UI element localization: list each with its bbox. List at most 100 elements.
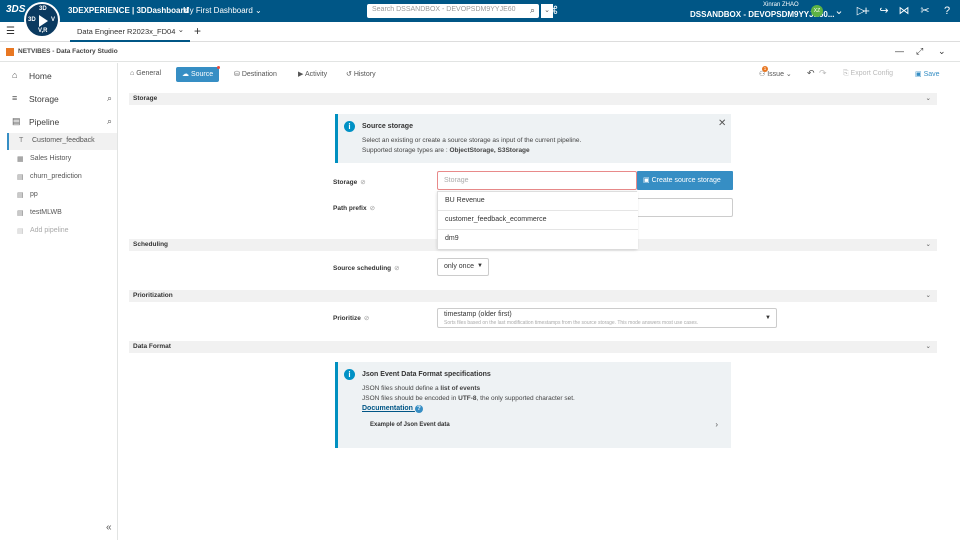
search-icon[interactable]: ⌕ — [107, 93, 112, 104]
info-title: Json Event Data Format specifications — [362, 371, 491, 378]
chevron-down-icon[interactable]: ⌄ — [178, 25, 184, 34]
export-icon: ⎘ — [843, 70, 851, 77]
help-icon[interactable]: ? — [940, 4, 954, 18]
sidebar-item-customer-feedback[interactable]: T Customer_feedback — [7, 133, 117, 150]
chevron-down-icon[interactable]: ⌄ — [926, 291, 931, 299]
add-tab-icon[interactable]: + — [194, 24, 201, 38]
json-example-expander[interactable]: Example of Json Event data › — [368, 419, 718, 433]
history-icon: ↺ — [346, 71, 354, 78]
help-icon[interactable]: ⊘ — [364, 315, 369, 322]
tab-general[interactable]: ⌂ General — [124, 67, 167, 82]
sidebar-item-label: testMLWB — [30, 209, 62, 216]
info-line: Supported storage types are : ObjectStor… — [362, 147, 530, 154]
add-pipeline-button[interactable]: ▤ Add pipeline — [7, 223, 117, 240]
sidebar-item-label: Sales History — [30, 155, 72, 162]
section-title: Data Format — [133, 343, 171, 350]
chevron-down-icon[interactable]: ⌄ — [832, 4, 846, 18]
compass-top-label: 3D — [39, 6, 47, 12]
sidebar-item-label: Pipeline — [29, 117, 60, 127]
pipeline-icon: ▤ — [17, 210, 24, 217]
sidebar-item-pp[interactable]: ▤ pp — [7, 187, 117, 204]
sidebar-item-testmlwb[interactable]: ▤ testMLWB — [7, 205, 117, 222]
sidebar-item-label: Customer_feedback — [32, 137, 95, 144]
sidebar-item-home[interactable]: ⌂ Home — [0, 65, 118, 87]
search-icon[interactable]: ⌕ — [107, 116, 112, 127]
dropdown-option[interactable]: customer_feedback_ecommerce — [438, 211, 638, 230]
sidebar-item-label: churn_prediction — [30, 173, 82, 180]
play-icon: ▶ — [298, 71, 305, 78]
tab-history[interactable]: ↺ History — [340, 67, 382, 82]
save-icon: ▣ — [915, 71, 924, 78]
table-icon: ▦ — [17, 156, 24, 163]
dropdown-option[interactable]: dm9 — [438, 230, 638, 249]
source-storage-info: i Source storage ✕ Select an existing or… — [335, 114, 731, 163]
avatar[interactable]: XZ — [811, 5, 823, 17]
button-label: Create source storage — [651, 177, 721, 184]
help-icon[interactable]: ⊘ — [370, 205, 375, 212]
tab-destination[interactable]: ⛁ Destination — [228, 67, 283, 82]
section-prioritization[interactable]: Prioritization ⌄ — [129, 290, 937, 302]
storage-add-icon: ▣ — [643, 177, 652, 184]
storage-placeholder: Storage — [444, 177, 469, 184]
tab-label: History — [353, 71, 376, 78]
tab-label: Issue — [767, 71, 784, 78]
chevron-down-icon[interactable]: ⌄ — [926, 94, 931, 102]
sidebar-item-storage[interactable]: ≡ Storage ⌕ — [0, 88, 118, 110]
section-data-format[interactable]: Data Format ⌄ — [129, 341, 937, 353]
source-scheduling-select[interactable]: only once ▼ — [437, 258, 489, 276]
close-icon[interactable]: ✕ — [718, 118, 726, 129]
fullscreen-icon[interactable]: ⤢ — [916, 46, 923, 57]
top-bar: 3DS 3D 3D V V,R 3DEXPERIENCE | 3DDashboa… — [0, 0, 960, 38]
section-title: Storage — [133, 95, 158, 102]
chevron-down-icon[interactable]: ⌄ — [938, 46, 946, 57]
minimize-icon[interactable]: — — [895, 46, 904, 56]
issue-button[interactable]: ⚇ 1 Issue ⌄ — [753, 66, 798, 82]
select-value: timestamp (older first) — [444, 311, 512, 318]
tag-icon[interactable]: ⌘ — [546, 4, 560, 18]
tab-label: Data Engineer R2023x_FD04 — [77, 27, 176, 36]
label-text: Storage — [333, 179, 358, 186]
collapse-sidebar-icon[interactable]: « — [106, 522, 112, 533]
tab-data-engineer[interactable]: Data Engineer R2023x_FD04 ⌄ — [70, 22, 190, 42]
sidebar-item-sales-history[interactable]: ▦ Sales History — [7, 151, 117, 168]
label-text: Prioritize — [333, 315, 361, 322]
forward-icon[interactable]: ↪ — [877, 4, 891, 18]
help-icon[interactable]: ⊘ — [360, 179, 365, 186]
dashboard-menu[interactable]: My First Dashboard ⌄ — [183, 6, 262, 15]
documentation-link[interactable]: Documentation ? — [362, 405, 423, 413]
storage-label: Storage ⊘ — [333, 178, 366, 186]
network-icon[interactable]: ⋈ — [897, 4, 911, 18]
pipeline-icon: ▤ — [17, 192, 24, 199]
storage-input[interactable]: Storage — [437, 171, 637, 190]
section-storage[interactable]: Storage ⌄ — [129, 93, 937, 105]
tab-activity[interactable]: ▶ Activity — [292, 67, 333, 82]
redo-icon[interactable]: ↷ — [819, 68, 827, 79]
tab-label: Save — [923, 71, 940, 78]
tab-source[interactable]: ☁ Source — [176, 66, 221, 82]
sidebar-item-label: Home — [29, 71, 52, 81]
chevron-down-icon[interactable]: ⌄ — [926, 342, 931, 350]
add-icon[interactable]: + — [859, 4, 873, 18]
compass-icon[interactable]: 3D 3D V V,R — [24, 2, 60, 38]
info-bold: ObjectStorage, S3Storage — [449, 147, 530, 154]
create-source-storage-button[interactable]: ▣ Create source storage — [637, 171, 733, 190]
help-icon[interactable]: ⊘ — [394, 265, 399, 272]
undo-icon[interactable]: ↶ — [807, 68, 815, 79]
search-input[interactable]: Search DSSANDBOX - DEVOPSDM9YYJE60 ⌕ — [367, 4, 539, 18]
sidebar-item-churn-prediction[interactable]: ▤ churn_prediction — [7, 169, 117, 186]
chevron-down-icon: ⌄ — [255, 6, 262, 15]
user-name: Xinran ZHAO — [763, 2, 799, 8]
export-config-button[interactable]: ⎘ Export Config — [837, 67, 899, 82]
chevron-down-icon[interactable]: ⌄ — [926, 240, 931, 248]
prioritize-select[interactable]: timestamp (older first) Sorts files base… — [437, 308, 777, 328]
search-icon[interactable]: ⌕ — [530, 5, 535, 16]
info-text: JSON files should be encoded in — [362, 395, 459, 402]
save-button[interactable]: ▣ Save — [909, 67, 946, 82]
menu-icon[interactable]: ☰ — [6, 26, 15, 37]
select-value: only once — [444, 263, 474, 270]
sidebar-item-pipeline[interactable]: ▤ Pipeline ⌕ — [0, 111, 118, 133]
dropdown-option[interactable]: BU Revenue — [438, 192, 638, 211]
tools-icon[interactable]: ✂ — [918, 4, 932, 18]
select-help-text: Sorts files based on the last modificati… — [444, 320, 699, 326]
compass-bottom-label: V,R — [38, 28, 48, 34]
